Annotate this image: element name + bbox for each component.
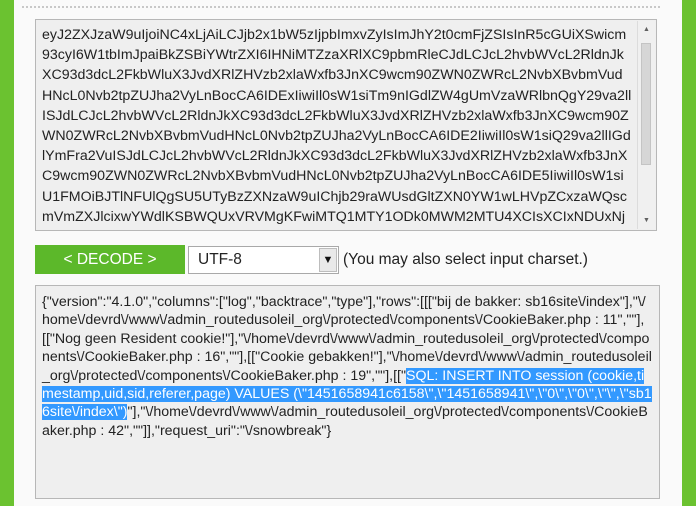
decoded-output-textarea[interactable]: {"version":"4.1.0","columns":["log","bac… xyxy=(35,285,660,499)
encoded-input-text[interactable]: eyJ2ZXJzaW9uIjoiNC4xLjAiLCJjb2x1bW5zIjpb… xyxy=(42,25,632,230)
left-green-border xyxy=(0,0,14,506)
scroll-up-arrow-icon[interactable]: ▲ xyxy=(638,21,655,38)
scroll-down-arrow-icon[interactable]: ▼ xyxy=(638,212,655,229)
decode-button[interactable]: < DECODE > xyxy=(35,245,185,274)
input-vertical-scrollbar[interactable]: ▲ ▼ xyxy=(637,21,655,229)
charset-hint-text: (You may also select input charset.) xyxy=(343,251,588,268)
charset-select[interactable]: UTF-8 ▼ xyxy=(188,246,339,274)
right-green-border xyxy=(682,0,696,506)
output-text-after-selection: "],"\/home\/devrd\/www\/admin_routedusol… xyxy=(42,404,648,439)
scroll-thumb[interactable] xyxy=(641,43,651,165)
charset-selected-value: UTF-8 xyxy=(198,251,242,268)
encoded-input-textarea[interactable]: eyJ2ZXJzaW9uIjoiNC4xLjAiLCJjb2x1bW5zIjpb… xyxy=(35,19,657,231)
dotted-divider xyxy=(22,6,660,8)
decoded-output-text[interactable]: {"version":"4.1.0","columns":["log","bac… xyxy=(42,293,652,440)
chevron-down-icon[interactable]: ▼ xyxy=(319,248,337,272)
